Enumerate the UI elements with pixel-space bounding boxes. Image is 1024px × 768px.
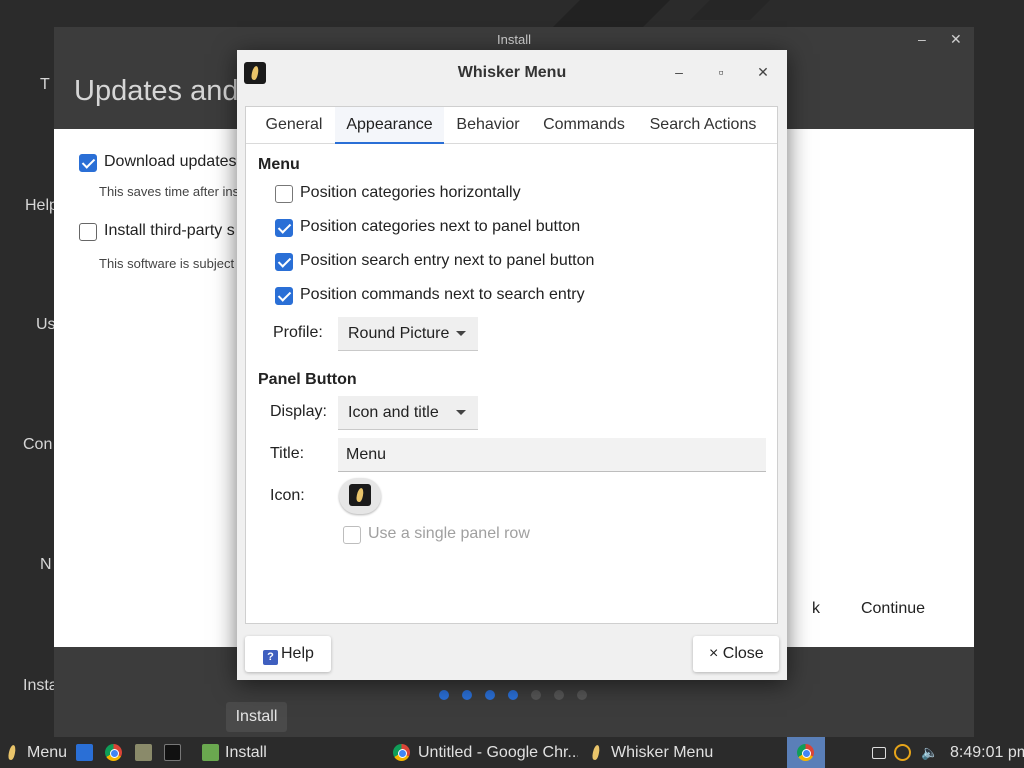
display-dropdown[interactable]: Icon and title (338, 396, 478, 430)
sidebar-fragment: Insta (23, 677, 58, 694)
continue-button[interactable]: Continue (833, 591, 953, 627)
task-whisker-menu[interactable]: Whisker Menu (588, 737, 778, 768)
whisker-menu-icon (4, 744, 21, 761)
chrome-tray-button[interactable] (787, 737, 825, 768)
sidebar-fragment: N (40, 556, 52, 573)
chrome-launcher-icon[interactable] (105, 744, 122, 761)
download-updates-desc: This saves time after ins (99, 184, 240, 199)
task-install[interactable]: Install (202, 737, 382, 768)
volume-icon[interactable]: 🔈 (921, 737, 938, 768)
progress-dot (531, 690, 541, 700)
display-icon[interactable] (872, 747, 886, 759)
whisker-menu-icon (588, 744, 605, 761)
display-dropdown-value: Icon and title (348, 404, 439, 421)
install-close-button[interactable]: ✕ (950, 27, 962, 52)
single-panel-row-label: Use a single panel row (368, 525, 530, 542)
terminal-icon[interactable] (164, 744, 181, 761)
taskbar: Menu Install Untitled - Google Chr... Wh… (0, 737, 1024, 768)
sidebar-fragment: Us (36, 316, 56, 333)
settings-notebook: General Appearance Behavior Commands Sea… (245, 106, 778, 624)
task-chrome[interactable]: Untitled - Google Chr... (393, 737, 578, 768)
profile-label: Profile: (273, 324, 323, 341)
menu-button[interactable]: Menu (4, 737, 70, 768)
clock[interactable]: 8:49:01 pm (950, 737, 1024, 768)
tab-commands[interactable]: Commands (538, 107, 630, 144)
search-next-panel-label: Position search entry next to panel butt… (300, 252, 595, 269)
install-minimize-button[interactable]: – (918, 27, 926, 52)
chevron-down-icon (456, 410, 466, 415)
tab-general[interactable]: General (258, 107, 330, 144)
categories-horizontal-checkbox[interactable] (275, 185, 293, 203)
tab-search-actions[interactable]: Search Actions (642, 107, 764, 144)
progress-dot (439, 690, 449, 700)
icon-chooser-button[interactable] (339, 478, 381, 514)
dialog-minimize-button[interactable]: – (669, 62, 689, 82)
download-updates-label: Download updates (104, 153, 237, 170)
whisker-menu-icon (349, 484, 371, 506)
chrome-icon (797, 744, 814, 761)
commands-next-search-label: Position commands next to search entry (300, 286, 585, 303)
whisker-menu-dialog: Whisker Menu – ▫ ✕ General Appearance Be… (237, 50, 787, 680)
commands-next-search-checkbox[interactable] (275, 287, 293, 305)
progress-dot (577, 690, 587, 700)
display-label: Display: (270, 403, 327, 420)
icon-label: Icon: (270, 487, 305, 504)
third-party-desc: This software is subject (99, 256, 235, 271)
search-next-panel-checkbox[interactable] (275, 253, 293, 271)
help-button[interactable]: ? Help (245, 636, 331, 672)
tab-bar: General Appearance Behavior Commands Sea… (246, 107, 777, 144)
update-notifier-icon[interactable] (894, 744, 911, 761)
progress-dot (508, 690, 518, 700)
tab-behavior[interactable]: Behavior (448, 107, 528, 144)
dialog-close-button[interactable]: ✕ (753, 62, 773, 82)
title-input[interactable]: Menu (338, 438, 766, 472)
categories-next-panel-checkbox[interactable] (275, 219, 293, 237)
profile-dropdown-value: Round Picture (348, 325, 450, 342)
categories-next-panel-label: Position categories next to panel button (300, 218, 581, 235)
desktop-background-shape (690, 0, 770, 20)
tab-appearance[interactable]: Appearance (335, 107, 444, 144)
install-tooltip: Install (226, 702, 287, 732)
sidebar-fragment: Con (23, 436, 53, 453)
chrome-icon (393, 744, 410, 761)
single-panel-row-checkbox[interactable] (343, 526, 361, 544)
categories-horizontal-label: Position categories horizontally (300, 184, 521, 201)
profile-dropdown[interactable]: Round Picture (338, 317, 478, 351)
menu-section-heading: Menu (258, 156, 300, 173)
panel-button-section-heading: Panel Button (258, 371, 357, 388)
dialog-title: Whisker Menu (457, 64, 567, 81)
installer-icon (202, 744, 219, 761)
third-party-checkbox[interactable] (79, 223, 97, 241)
help-button-label: Help (281, 645, 314, 662)
sidebar-fragment: T (40, 76, 50, 93)
dialog-titlebar: Whisker Menu – ▫ ✕ (237, 50, 787, 98)
progress-dot (554, 690, 564, 700)
task-label: Whisker Menu (611, 744, 714, 761)
install-window-title: Install (497, 32, 531, 47)
help-icon: ? (263, 650, 278, 665)
download-updates-checkbox[interactable] (79, 154, 97, 172)
close-button[interactable]: × Close (693, 636, 779, 672)
dialog-maximize-button[interactable]: ▫ (711, 62, 731, 82)
title-label: Title: (270, 445, 305, 462)
progress-dot (462, 690, 472, 700)
sidebar-fragment: Help (25, 197, 58, 214)
progress-dot (485, 690, 495, 700)
menu-button-label: Menu (27, 744, 68, 761)
progress-dots (439, 690, 587, 700)
chevron-down-icon (456, 331, 466, 336)
install-page-title: Updates and (74, 75, 239, 107)
task-label: Untitled - Google Chr... (418, 744, 578, 761)
third-party-label: Install third-party s (104, 222, 235, 239)
file-manager-icon[interactable] (135, 744, 152, 761)
show-desktop-icon[interactable] (76, 744, 93, 761)
task-label: Install (225, 744, 267, 761)
